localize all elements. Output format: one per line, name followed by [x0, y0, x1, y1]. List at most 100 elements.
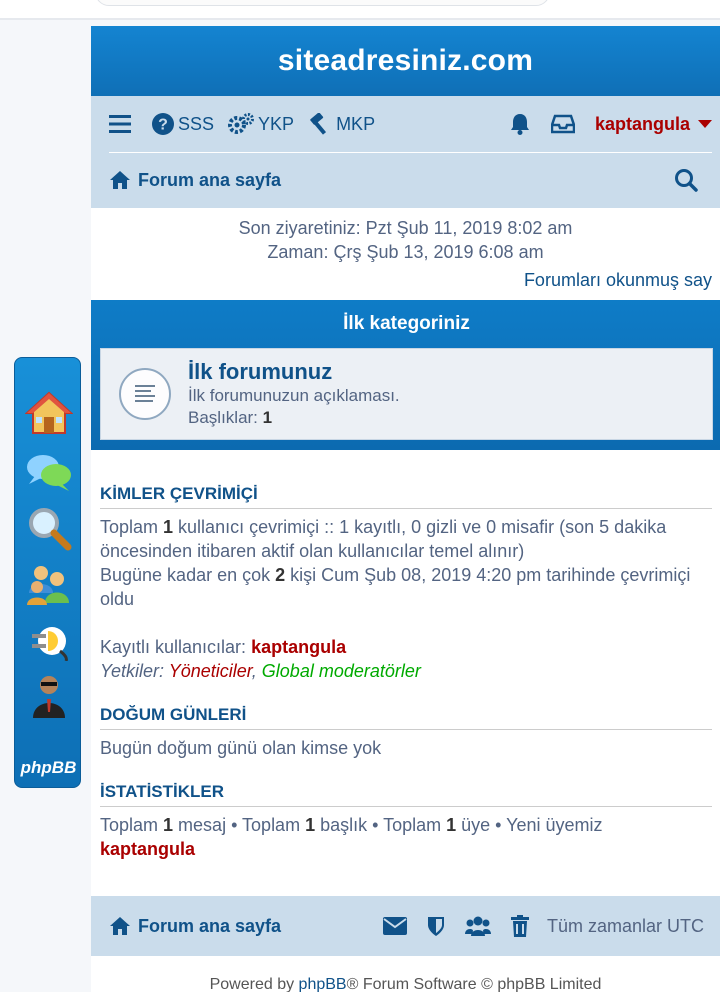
search-icon — [675, 169, 698, 192]
address-bar[interactable] — [95, 0, 550, 6]
user-menu-button[interactable]: kaptangula — [595, 114, 712, 135]
home-icon — [25, 391, 73, 434]
last-visit-text: Son ziyaretiniz: Pzt Şub 11, 2019 8:02 a… — [238, 218, 573, 238]
stats-text: Toplam — [100, 815, 164, 835]
magnifier-icon — [29, 508, 72, 551]
forum-row[interactable]: İlk forumunuz İlk forumunuzun açıklaması… — [100, 348, 713, 440]
statistics-title: İSTATİSTİKLER — [100, 782, 712, 807]
gears-icon — [228, 113, 255, 134]
delete-cookies-button[interactable] — [510, 915, 529, 937]
statistics: İSTATİSTİKLER Toplam 1 mesaj • Toplam 1 … — [91, 782, 720, 861]
powered-by: Powered by phpBB® Forum Software © phpBB… — [91, 976, 720, 992]
mark-forums-read-link[interactable]: Forumları okunmuş say — [91, 270, 720, 300]
forum-topics: Başlıklar: 1 — [188, 407, 400, 429]
powered-text: ® Forum Software © phpBB Limited — [346, 976, 602, 992]
category-title[interactable]: İlk kategoriniz — [100, 300, 713, 348]
nav-row-main: ? SSS YKP MKP kaptangula — [109, 96, 712, 153]
faq-label: SSS — [178, 113, 215, 134]
legend-separator: , — [251, 661, 262, 681]
global-moderators-link[interactable]: Global moderatörler — [262, 661, 421, 681]
private-messages-button[interactable] — [550, 114, 575, 134]
dock-home-button[interactable] — [24, 388, 74, 438]
forum-description: İlk forumunuzun açıklaması. — [188, 386, 400, 405]
forum-read-icon — [119, 368, 171, 420]
hamburger-menu-button[interactable] — [109, 114, 135, 134]
topics-label: Başlıklar: — [188, 408, 258, 427]
members-button[interactable] — [464, 915, 491, 937]
phpbb-logo[interactable]: phpBB — [15, 758, 82, 778]
online-body: Toplam 1 kullanıcı çevrimiçi :: 1 kayıtl… — [100, 515, 712, 683]
home-icon — [110, 917, 130, 935]
caret-down-icon — [698, 120, 712, 128]
dock-chat-button[interactable] — [24, 448, 74, 498]
stats-text: mesaj • Toplam — [173, 815, 306, 835]
forum-name-link[interactable]: İlk forumunuz — [188, 359, 400, 385]
inbox-icon — [550, 114, 575, 134]
birthdays-title: DOĞUM GÜNLERİ — [100, 705, 712, 730]
online-text: Toplam — [100, 517, 164, 537]
home-icon — [110, 171, 130, 189]
site-header: siteadresiniz.com — [91, 26, 720, 96]
browser-top-strip — [0, 0, 720, 20]
svg-text:?: ? — [158, 117, 168, 134]
ucp-link[interactable]: YKP — [228, 113, 294, 135]
breadcrumb-home[interactable]: Forum ana sayfa — [109, 170, 281, 191]
forum-page: siteadresiniz.com ? SSS YKP MKP kaptangu… — [91, 26, 720, 992]
envelope-icon — [382, 917, 407, 935]
record-count: 2 — [275, 565, 286, 585]
phpbb-link[interactable]: phpBB — [299, 976, 347, 992]
dock-plugin-button[interactable] — [24, 616, 74, 666]
team-button[interactable] — [427, 915, 445, 937]
site-title[interactable]: siteadresiniz.com — [278, 44, 533, 78]
footer-navbar: Forum ana sayfa Tüm zamanlar UTC — [91, 896, 720, 956]
online-text: kullanıcı çevrimiçi :: 1 kayıtlı, 0 gizl… — [100, 517, 667, 561]
dock-admin-button[interactable] — [24, 671, 74, 721]
dock-search-button[interactable] — [24, 503, 74, 553]
search-button[interactable] — [674, 168, 698, 192]
birthdays-text: Bugün doğum günü olan kimse yok — [100, 738, 382, 758]
mcp-label: MKP — [336, 113, 376, 134]
footer-home-link[interactable]: Forum ana sayfa — [109, 916, 281, 937]
divider — [0, 18, 720, 20]
members-count: 1 — [446, 815, 457, 835]
stats-text: başlık • Toplam — [315, 815, 447, 835]
topics-count: 1 — [262, 408, 273, 427]
category-block: İlk kategoriniz İlk forumunuz İlk forumu… — [91, 300, 720, 450]
posts-count: 1 — [163, 815, 174, 835]
admin-person-icon — [33, 676, 65, 718]
registered-user-link[interactable]: kaptangula — [251, 637, 346, 657]
nav-user-area: kaptangula — [489, 113, 712, 135]
current-time-text: Zaman: Çrş Şub 13, 2019 6:08 am — [267, 242, 544, 262]
bell-icon — [510, 114, 529, 135]
newest-member-link[interactable]: kaptangula — [100, 839, 195, 859]
online-title-link[interactable]: KİMLER ÇEVRİMİÇİ — [100, 484, 712, 509]
dock-members-button[interactable] — [24, 558, 74, 608]
legend-label: Yetkiler: — [100, 661, 169, 681]
navbar: ? SSS YKP MKP kaptangula Forum ana sayfa — [91, 96, 720, 208]
chat-bubbles-icon — [27, 455, 71, 491]
question-circle-icon: ? — [152, 113, 174, 135]
footer-home-label: Forum ana sayfa — [138, 915, 282, 936]
forum-info: İlk forumunuz İlk forumunuzun açıklaması… — [188, 359, 400, 429]
breadcrumb-home-label: Forum ana sayfa — [138, 169, 282, 190]
notifications-button[interactable] — [509, 113, 531, 135]
timezone-text: Tüm zamanlar UTC — [546, 915, 704, 936]
faq-link[interactable]: ? SSS — [152, 113, 214, 135]
birthdays: DOĞUM GÜNLERİ Bugün doğum günü olan kims… — [91, 705, 720, 760]
administrators-link[interactable]: Yöneticiler — [169, 661, 252, 681]
shield-icon — [427, 917, 444, 936]
trash-icon — [510, 915, 529, 937]
users-group-icon — [27, 566, 69, 605]
record-text: Bugüne kadar en çok — [100, 565, 276, 585]
username: kaptangula — [594, 113, 690, 134]
side-dock: phpBB — [14, 357, 81, 788]
mcp-link[interactable]: MKP — [308, 113, 375, 135]
contact-button[interactable] — [382, 917, 407, 935]
ucp-label: YKP — [258, 113, 295, 134]
who-is-online: KİMLER ÇEVRİMİÇİ Toplam 1 kullanıcı çevr… — [91, 484, 720, 683]
visit-info: Son ziyaretiniz: Pzt Şub 11, 2019 8:02 a… — [91, 208, 720, 264]
hamburger-icon — [109, 115, 131, 133]
users-icon — [464, 916, 491, 936]
topics-total: 1 — [305, 815, 316, 835]
stats-text: üye • Yeni üyemiz — [456, 815, 603, 835]
